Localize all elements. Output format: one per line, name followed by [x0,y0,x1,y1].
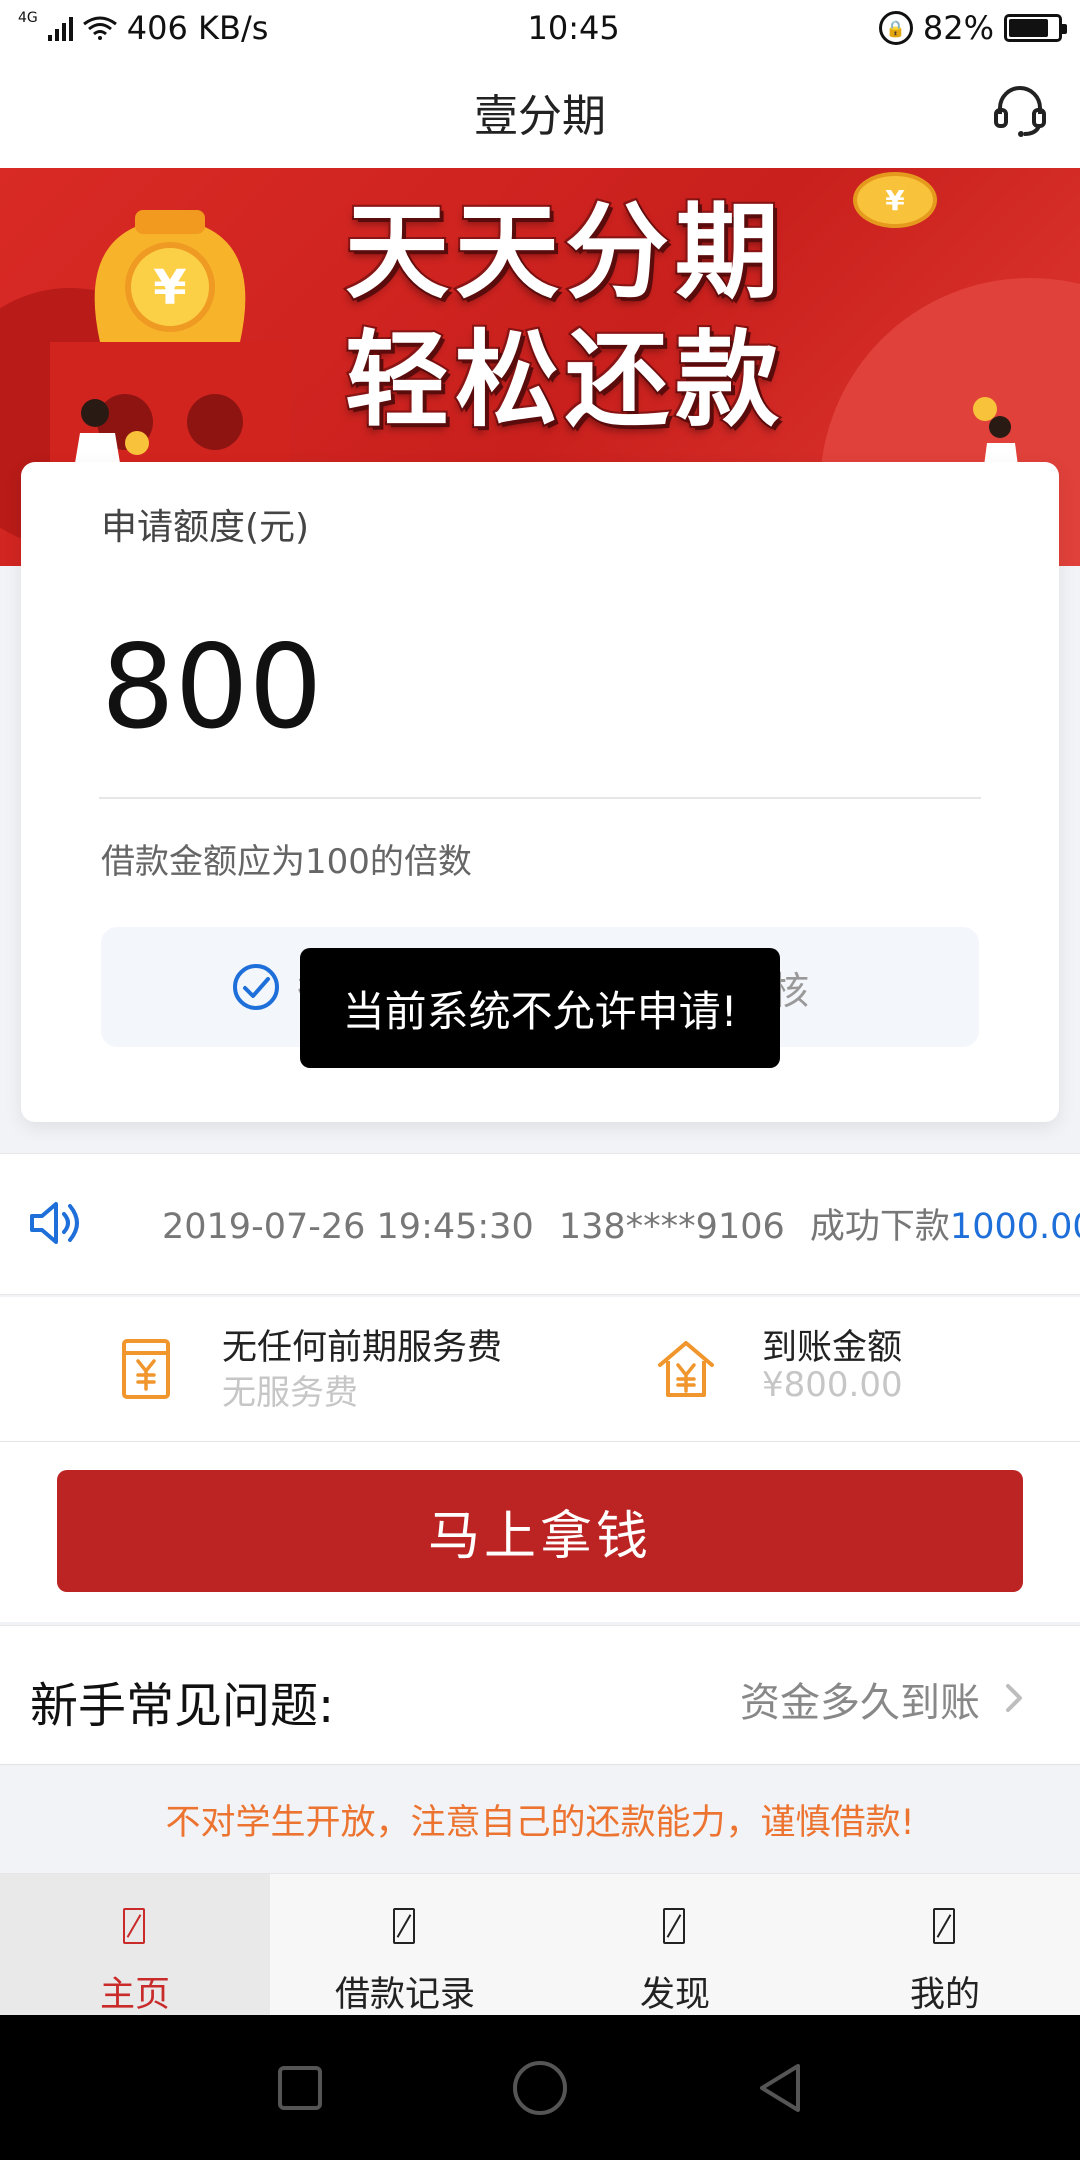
system-nav-bar [0,2015,1080,2160]
notice-text: 2019-07-26 19:45:30 138****9106 成功下款1000… [162,1198,1080,1249]
chevron-right-icon[interactable] [1004,1682,1026,1714]
status-left: 4G 406 KB/s [18,9,268,47]
notice-amount: 1000.00 [949,1207,1080,1247]
svg-text:¥: ¥ [885,184,905,217]
amount-label: 申请额度(元) [101,507,310,548]
notice-datetime: 2019-07-26 19:45:30 [162,1207,534,1247]
banner-line-1: 天天分期 [343,188,785,315]
speaker-icon [30,1202,79,1244]
discover-icon [663,1908,685,1944]
faq-row[interactable]: 新手常见问题: 资金多久到账 [0,1625,1080,1765]
cta-area: 马上拿钱 [0,1442,1080,1622]
receipt-yen-icon [122,1339,170,1399]
status-bar: 4G 406 KB/s 10:45 🔒 82% [0,0,1080,56]
battery-icon [1004,14,1067,42]
feature-title: 到账金额 [762,1328,903,1368]
page-title: 壹分期 [474,91,606,142]
feature-row: 无任何前期服务费 无服务费 到账金额 ¥800.00 [0,1297,1080,1442]
nav-item-home[interactable]: 主页 [0,1874,270,2015]
nav-label: 主页 [99,1975,170,2015]
network-type: 4G [18,10,38,26]
rotation-lock-icon: 🔒 [878,11,913,45]
nav-label: 借款记录 [334,1975,475,2015]
back-icon[interactable] [750,2058,810,2118]
records-icon [393,1908,415,1944]
nav-item-mine[interactable]: 我的 [810,1874,1080,2015]
nav-label: 我的 [909,1975,980,2015]
feature-service-fee: 无任何前期服务费 无服务费 [0,1297,540,1441]
faq-title: 新手常见问题: [30,1678,335,1734]
feature-subtitle: ¥800.00 [762,1365,903,1405]
status-right: 🔒 82% [878,9,1067,47]
nav-label: 发现 [639,1975,710,2015]
notice-phone: 138****9106 [558,1207,785,1247]
amount-hint: 借款金额应为100的倍数 [101,842,472,882]
toast-message: 当前系统不允许申请! [300,948,780,1068]
status-time: 10:45 [527,9,620,47]
battery-percent: 82% [922,9,994,47]
banner-line-2: 轻松还款 [343,316,785,443]
home-icon [123,1908,145,1944]
home-button-icon[interactable] [510,2058,570,2118]
amount-input[interactable] [101,622,981,752]
signal-icon [47,15,73,41]
feature-arrival-amount: 到账金额 ¥800.00 [540,1297,1080,1441]
nav-item-discover[interactable]: 发现 [540,1874,810,2015]
app-header: 壹分期 [0,56,1080,168]
banner-title: 天天分期 轻松还款 [330,188,800,444]
headset-icon[interactable] [990,80,1050,140]
profile-icon [933,1908,955,1944]
faq-link[interactable]: 资金多久到账 [740,1670,980,1728]
divider [99,797,981,799]
notice-ticker: 2019-07-26 19:45:30 138****9106 成功下款1000… [0,1153,1080,1295]
get-money-button[interactable]: 马上拿钱 [57,1470,1023,1592]
svg-text:¥: ¥ [153,260,186,316]
disclaimer-text: 不对学生开放，注意自己的还款能力，谨慎借款! [165,1802,915,1843]
house-yen-icon [658,1341,714,1397]
wifi-icon [82,16,117,40]
coin-icon: ¥ [853,172,937,228]
nav-item-loan-records[interactable]: 借款记录 [270,1874,540,2015]
recent-apps-icon[interactable] [270,2058,330,2118]
feature-title: 无任何前期服务费 [222,1328,503,1368]
check-circle-icon[interactable] [231,962,281,1012]
network-speed: 406 KB/s [126,9,269,47]
feature-subtitle: 无服务费 [222,1373,358,1413]
notice-action: 成功下款 [809,1207,950,1247]
bottom-nav: 主页 借款记录 发现 我的 [0,1873,1080,2015]
